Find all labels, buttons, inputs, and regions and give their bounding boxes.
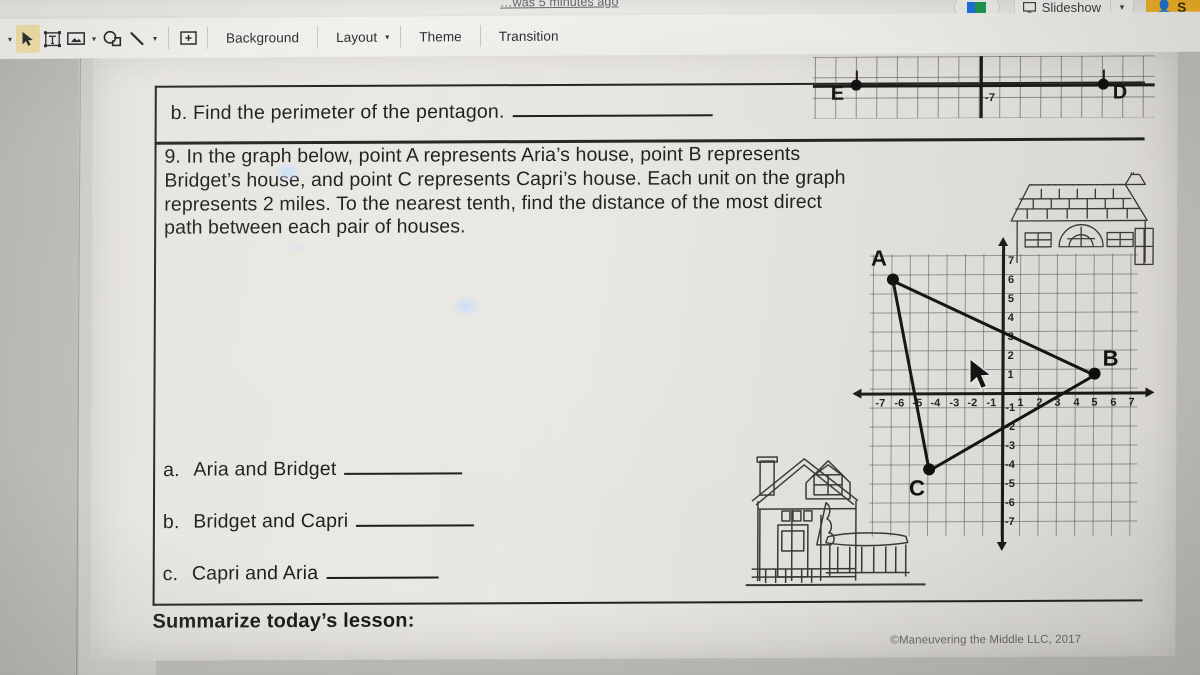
toolbar-separator-2 <box>207 26 209 49</box>
x-tick-7: 7 <box>1128 396 1135 409</box>
house-illustration-right <box>1007 168 1157 273</box>
y-tick-5: 5 <box>1007 292 1015 306</box>
y-tick--6: -6 <box>1004 496 1015 510</box>
point-e-dot <box>850 79 862 91</box>
insert-line-icon <box>129 31 144 45</box>
present-screen-icon <box>1022 1 1036 13</box>
add-comment-button[interactable] <box>176 24 200 52</box>
answer-a-letter: a. <box>163 459 180 482</box>
point-d-dot <box>1097 78 1109 90</box>
x-tick--3: -3 <box>949 397 960 410</box>
x-tick--1: -1 <box>986 397 997 410</box>
insert-line-button[interactable] <box>125 24 149 52</box>
background-button[interactable]: Background <box>215 30 310 46</box>
answer-b-blank[interactable] <box>356 506 475 528</box>
copyright-notice: ©Maneuvering the Middle LLC, 2017 <box>890 633 1082 647</box>
answer-b-label: Bridget and Capri <box>193 510 349 534</box>
text-box-icon <box>43 30 61 47</box>
text-box-tool-button[interactable] <box>40 25 64 53</box>
toolbar-separator-4 <box>400 25 402 48</box>
insert-shape-button[interactable] <box>100 24 125 52</box>
toolbar-overflow-caret[interactable]: ▾ <box>4 34 16 43</box>
y-tick-6: 6 <box>1007 273 1015 287</box>
summarize-prompt: Summarize today’s lesson: <box>152 609 415 633</box>
insert-image-icon <box>67 32 85 45</box>
y-tick--3: -3 <box>1005 439 1016 453</box>
answer-a-blank[interactable] <box>344 454 463 476</box>
toolbar-separator-1 <box>168 26 170 49</box>
y-tick-2: 2 <box>1007 349 1014 363</box>
slide-canvas[interactable]: b. Find the perimeter of the pentagon. 9… <box>90 41 1178 662</box>
question-b-blank[interactable] <box>512 95 713 118</box>
slides-toolbar: ▾ ▾ ▾ Background Layout ▾ Theme Transiti… <box>0 11 1200 60</box>
question-b-text: b. Find the perimeter of the pentagon. <box>170 100 505 125</box>
theme-button[interactable]: Theme <box>408 29 473 44</box>
y-tick--4: -4 <box>1005 458 1015 472</box>
y-axis <box>979 55 983 119</box>
insert-image-caret[interactable]: ▾ <box>88 34 100 43</box>
y-tick-1: 1 <box>1007 368 1014 382</box>
x-tick-5: 5 <box>1091 396 1098 409</box>
insert-shape-icon <box>103 30 122 46</box>
house-icon <box>745 456 926 587</box>
x-tick--4: -4 <box>930 397 941 410</box>
x-tick--6: -6 <box>894 397 905 410</box>
y-tick--1: -1 <box>1005 401 1016 415</box>
chart-triangle-abc: -7 -6 -5 -4 -3 -2 -1 1 2 3 4 5 6 7 7 6 5… <box>861 246 1146 543</box>
answer-c-letter: c. <box>162 563 179 586</box>
toolbar-separator-5 <box>479 25 481 48</box>
point-a-dot <box>886 273 899 286</box>
screenshot-photo: …was 5 minutes ago Slideshow ▾ 👤 S ▾ ▾ ▾… <box>0 0 1200 675</box>
house-illustration-left <box>745 442 927 598</box>
x-tick-4: 4 <box>1073 396 1080 409</box>
insert-line-caret[interactable]: ▾ <box>149 34 161 43</box>
x-tick-1: 1 <box>1017 396 1024 409</box>
slide-filmstrip-panel[interactable] <box>0 59 78 675</box>
point-b-label: B <box>1102 345 1119 371</box>
add-comment-icon <box>179 30 197 45</box>
point-c-label: C <box>908 475 925 501</box>
answer-a-label: Aria and Bridget <box>193 458 337 482</box>
cursor-arrow-icon <box>969 357 993 390</box>
y-tick-minus7: -7 <box>984 92 996 105</box>
transition-button[interactable]: Transition <box>488 28 570 43</box>
answer-b-letter: b. <box>162 511 180 534</box>
answer-row-c: c. Capri and Aria <box>163 558 439 586</box>
select-tool-button[interactable] <box>16 24 41 53</box>
y-tick--7: -7 <box>1004 515 1015 529</box>
answer-c-blank[interactable] <box>326 558 439 580</box>
x-tick-6: 6 <box>1110 396 1117 409</box>
layout-caret[interactable]: ▾ <box>381 32 393 41</box>
x-tick--7: -7 <box>875 397 886 410</box>
cursor-arrow-icon <box>22 31 33 46</box>
point-d-label: D <box>1112 81 1128 104</box>
point-a-label: A <box>870 245 887 271</box>
x-tick--2: -2 <box>967 397 978 410</box>
point-c-dot <box>923 463 936 476</box>
answer-row-a: a. Aria and Bridget <box>163 454 463 482</box>
y-tick-4: 4 <box>1007 311 1014 325</box>
answer-row-b: b. Bridget and Capri <box>163 506 475 534</box>
layout-button[interactable]: Layout <box>325 29 381 44</box>
point-b-dot <box>1088 367 1101 380</box>
question-9-text: 9. In the graph below, point A represent… <box>164 142 846 240</box>
answer-c-label: Capri and Aria <box>191 562 319 586</box>
point-e-label: E <box>830 82 845 105</box>
document-save-status: …was 5 minutes ago <box>500 0 619 10</box>
chart-ed-partial-grid: E D -7 <box>812 55 1155 119</box>
insert-image-button[interactable] <box>64 24 88 52</box>
mouse-cursor <box>968 357 994 397</box>
house-icon <box>1010 168 1154 266</box>
question-b: b. Find the perimeter of the pentagon. <box>171 95 713 125</box>
toolbar-separator-3 <box>317 26 319 49</box>
y-tick--5: -5 <box>1005 477 1015 491</box>
